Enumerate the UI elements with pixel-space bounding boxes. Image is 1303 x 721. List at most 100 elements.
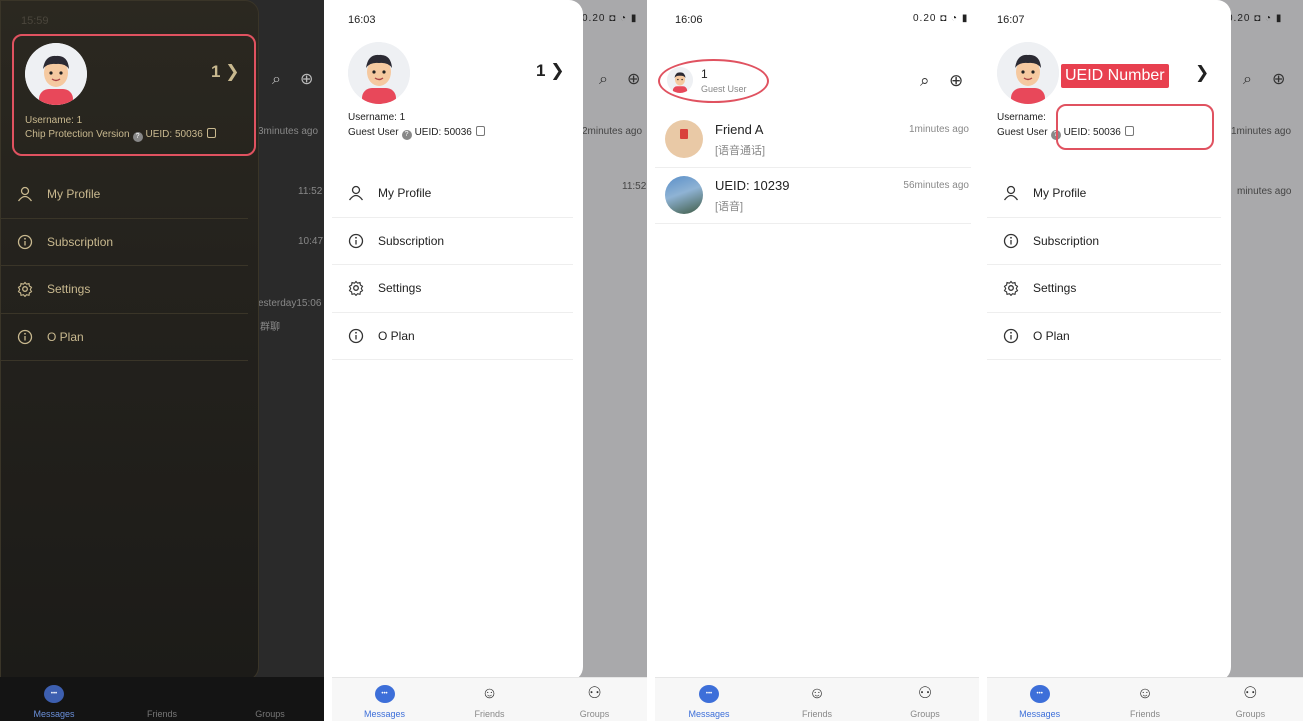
menu-label: My Profile: [378, 186, 432, 201]
chat-name: UEID: 10239: [715, 178, 790, 193]
avatar: [665, 120, 703, 158]
nav-friends[interactable]: ☺ Friends: [437, 678, 542, 721]
bg-time: 3minutes ago: [258, 126, 319, 137]
menu-label: O Plan: [378, 328, 415, 343]
bottom-nav: Messages ☺ Friends ⚇ Groups: [332, 677, 647, 721]
nav-label: Messages: [688, 709, 730, 719]
nav-label: Friends: [1129, 709, 1160, 719]
menu-label: My Profile: [47, 187, 101, 202]
search-icon[interactable]: ⌕: [599, 71, 608, 89]
info-icon: [17, 234, 33, 250]
user-type-label: Guest User: [997, 127, 1048, 138]
nav-friends[interactable]: Friends: [108, 677, 216, 721]
copy-icon[interactable]: [206, 128, 216, 138]
profile-arrow-count[interactable]: 1 ❯: [536, 61, 564, 81]
status-icons: 0.20 ◘ ◔ ▮: [1227, 13, 1283, 24]
nav-messages[interactable]: Messages: [655, 678, 763, 721]
drawer-menu: My Profile Subscription Settings O Plan: [1, 171, 258, 361]
status-icons: 0.20 ◘ ◔ ▮: [913, 13, 969, 24]
menu-item-subscription[interactable]: Subscription: [987, 218, 1221, 265]
avatar[interactable]: [997, 42, 1059, 104]
username-label: Username:: [997, 112, 1046, 123]
info-icon: [1003, 233, 1019, 249]
avatar: [665, 176, 703, 214]
search-icon[interactable]: ⌕: [1243, 71, 1252, 89]
add-icon[interactable]: ⊕: [300, 71, 313, 89]
chat-time: 1minutes ago: [908, 124, 969, 135]
avatar[interactable]: [25, 43, 87, 105]
bg-time: 2minutes ago: [582, 126, 643, 137]
menu-item-settings[interactable]: Settings: [1, 266, 248, 314]
nav-groups[interactable]: ⚇ Groups: [871, 678, 979, 721]
person-icon: [1003, 185, 1019, 201]
nav-messages[interactable]: Messages: [332, 678, 437, 721]
nav-friends[interactable]: ☺ Friends: [1092, 678, 1197, 721]
menu-label: O Plan: [1033, 328, 1070, 343]
chat-bubble-icon: [699, 685, 719, 703]
menu-item-o-plan[interactable]: O Plan: [1, 314, 248, 361]
list-item[interactable]: Friend A [语音通话] 1minutes ago: [655, 112, 971, 168]
status-time: 16:03: [348, 14, 376, 26]
menu-item-settings[interactable]: Settings: [332, 265, 573, 313]
chat-preview: [语音]: [715, 201, 744, 213]
menu-label: Subscription: [378, 233, 445, 248]
help-icon[interactable]: ?: [1050, 130, 1061, 140]
chat-time: 56minutes ago: [903, 180, 969, 191]
bg-time: esterday15:06: [258, 298, 322, 309]
menu-item-subscription[interactable]: Subscription: [332, 218, 573, 265]
menu-item-subscription[interactable]: Subscription: [1, 219, 248, 266]
search-icon[interactable]: ⌕: [920, 71, 930, 91]
version-label: Chip Protection Version: [25, 129, 130, 140]
drawer-menu: My Profile Subscription Settings O Plan: [332, 170, 583, 360]
avatar[interactable]: [348, 42, 410, 104]
profile-arrow[interactable]: ❯: [1195, 63, 1209, 83]
panel-dark-drawer: ⌕ ⊕ 3minutes ago 11:52 10:47 esterday15:…: [0, 0, 324, 721]
nav-friends[interactable]: ☺ Friends: [763, 678, 871, 721]
copy-icon[interactable]: [475, 126, 485, 136]
copy-icon[interactable]: [1124, 126, 1134, 136]
list-item[interactable]: UEID: 10239 [语音] 56minutes ago: [655, 168, 971, 224]
header-title: 1: [701, 67, 708, 81]
bg-time: minutes ago: [1237, 186, 1292, 197]
panel-message-list: 16:06 0.20 ◘ ◔ ▮ 1 Guest User ⌕ ⊕ Friend…: [655, 0, 979, 721]
add-icon[interactable]: ⊕: [627, 71, 640, 89]
info-icon: [348, 233, 364, 249]
menu-item-my-profile[interactable]: My Profile: [332, 170, 573, 218]
ueid-value: UEID: 50036: [1063, 127, 1121, 138]
drawer-menu: My Profile Subscription Settings O Plan: [987, 170, 1231, 360]
add-icon[interactable]: ⊕: [1272, 71, 1285, 89]
menu-item-my-profile[interactable]: My Profile: [987, 170, 1221, 218]
nav-label: Groups: [910, 709, 940, 719]
nav-groups[interactable]: ⚇ Groups: [542, 678, 647, 721]
friends-icon: ☺: [481, 685, 498, 702]
nav-groups[interactable]: ⚇ Groups: [1198, 678, 1303, 721]
menu-label: My Profile: [1033, 186, 1087, 201]
menu-item-o-plan[interactable]: O Plan: [332, 313, 573, 360]
help-icon[interactable]: ?: [401, 130, 412, 140]
info-icon: [348, 328, 364, 344]
person-icon: [17, 186, 33, 202]
add-icon[interactable]: ⊕: [949, 71, 963, 91]
bg-snippet: 群聊: [260, 322, 280, 333]
nav-messages[interactable]: Messages: [987, 678, 1092, 721]
side-drawer: 15:59 1 ❯ Username: 1 Chip Protection Ve…: [0, 0, 259, 681]
profile-arrow-count[interactable]: 1 ❯: [211, 62, 239, 82]
ueid-line: Guest User? UEID: 50036: [997, 126, 1134, 140]
nav-label: Friends: [801, 709, 832, 719]
status-time: 16:06: [675, 14, 703, 26]
status-time: 15:59: [21, 15, 49, 27]
person-icon: [348, 185, 364, 201]
menu-item-my-profile[interactable]: My Profile: [1, 171, 248, 219]
nav-groups[interactable]: Groups: [216, 677, 324, 721]
menu-item-o-plan[interactable]: O Plan: [987, 313, 1221, 360]
bg-time: 11:52: [298, 186, 323, 197]
menu-item-settings[interactable]: Settings: [987, 265, 1221, 313]
chat-bubble-icon: [44, 685, 64, 703]
help-icon[interactable]: ?: [132, 132, 143, 142]
chat-bubble-icon: [374, 685, 395, 703]
nav-messages[interactable]: Messages: [0, 677, 108, 721]
avatar[interactable]: [667, 67, 693, 93]
search-icon[interactable]: ⌕: [272, 71, 281, 89]
nav-label: Friends: [474, 709, 505, 719]
menu-label: O Plan: [47, 329, 84, 344]
